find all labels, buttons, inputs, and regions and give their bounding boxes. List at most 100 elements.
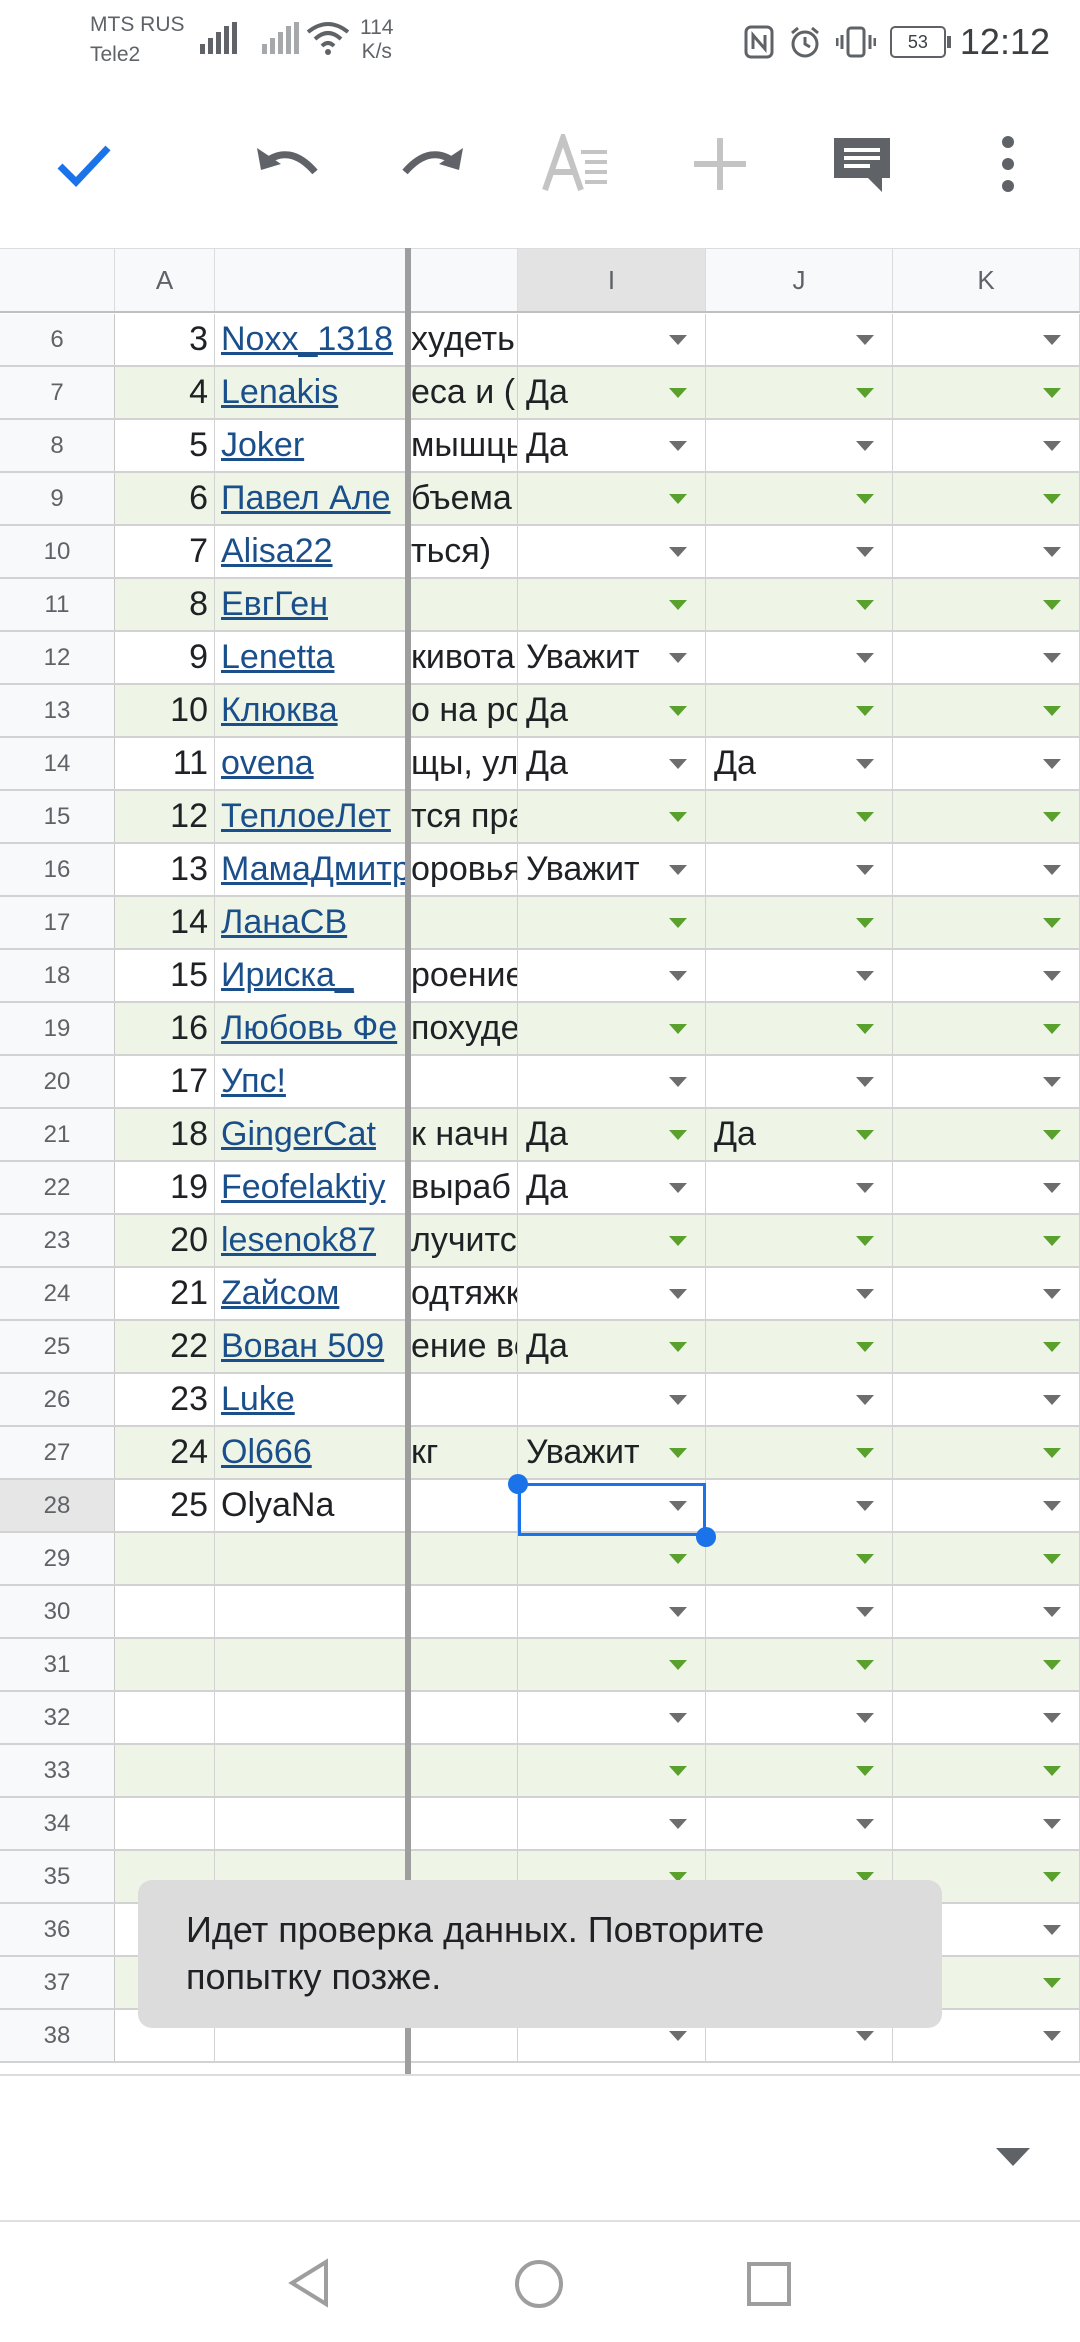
dropdown-arrow-icon[interactable] bbox=[1043, 494, 1061, 504]
dropdown-arrow-icon[interactable] bbox=[669, 1713, 687, 1723]
dropdown-arrow-icon[interactable] bbox=[856, 2031, 874, 2041]
cell-j[interactable] bbox=[706, 791, 893, 842]
nickname-link[interactable]: Luke bbox=[221, 1380, 295, 1418]
redo-button[interactable] bbox=[382, 114, 482, 214]
dropdown-arrow-icon[interactable] bbox=[1043, 1024, 1061, 1034]
cell-k[interactable] bbox=[893, 791, 1080, 842]
row-number[interactable]: 31 bbox=[0, 1639, 115, 1690]
dropdown-arrow-icon[interactable] bbox=[856, 1342, 874, 1352]
cell-k[interactable] bbox=[893, 1109, 1080, 1160]
dropdown-arrow-icon[interactable] bbox=[856, 600, 874, 610]
cell-h[interactable]: лучитс bbox=[407, 1215, 518, 1266]
dropdown-arrow-icon[interactable] bbox=[669, 865, 687, 875]
cell-i[interactable]: Да bbox=[518, 367, 706, 418]
dropdown-arrow-icon[interactable] bbox=[669, 1236, 687, 1246]
cell-b-nickname[interactable]: Joker bbox=[215, 420, 407, 471]
row-number[interactable]: 22 bbox=[0, 1162, 115, 1213]
cell-i[interactable]: Уважит bbox=[518, 844, 706, 895]
column-header-h[interactable] bbox=[407, 249, 518, 311]
dropdown-arrow-icon[interactable] bbox=[669, 441, 687, 451]
cell-i[interactable]: Да bbox=[518, 420, 706, 471]
column-header-i[interactable]: I bbox=[518, 249, 706, 311]
column-header-b[interactable] bbox=[215, 249, 407, 311]
nickname-link[interactable]: Любовь Фе bbox=[221, 1009, 397, 1047]
cell-j[interactable] bbox=[706, 1692, 893, 1743]
cell-b-nickname[interactable]: Любовь Фе bbox=[215, 1003, 407, 1054]
cell-i[interactable] bbox=[518, 314, 706, 365]
cell-j[interactable] bbox=[706, 1639, 893, 1690]
cell-b-nickname[interactable] bbox=[215, 1745, 407, 1796]
cell-k[interactable] bbox=[893, 1745, 1080, 1796]
cell-b-nickname[interactable]: Вован 509 bbox=[215, 1321, 407, 1372]
row-number[interactable]: 34 bbox=[0, 1798, 115, 1849]
cell-k[interactable] bbox=[893, 1639, 1080, 1690]
cell-k[interactable] bbox=[893, 897, 1080, 948]
cell-b-nickname[interactable]: GingerCat bbox=[215, 1109, 407, 1160]
cell-a[interactable] bbox=[115, 1745, 215, 1796]
dropdown-arrow-icon[interactable] bbox=[1043, 1978, 1061, 1988]
cell-b-nickname[interactable]: МамаДмитр bbox=[215, 844, 407, 895]
dropdown-arrow-icon[interactable] bbox=[856, 865, 874, 875]
cell-b-nickname[interactable]: Ириска_ bbox=[215, 950, 407, 1001]
dropdown-arrow-icon[interactable] bbox=[856, 388, 874, 398]
undo-button[interactable] bbox=[238, 114, 338, 214]
cell-a[interactable]: 6 bbox=[115, 473, 215, 524]
dropdown-arrow-icon[interactable] bbox=[669, 759, 687, 769]
cell-i[interactable] bbox=[518, 1374, 706, 1425]
row-number[interactable]: 9 bbox=[0, 473, 115, 524]
comment-button[interactable] bbox=[812, 114, 912, 214]
nickname-link[interactable]: ТеплоеЛет bbox=[221, 797, 391, 835]
dropdown-arrow-icon[interactable] bbox=[669, 335, 687, 345]
cell-a[interactable] bbox=[115, 1586, 215, 1637]
dropdown-arrow-icon[interactable] bbox=[1043, 1130, 1061, 1140]
cell-b-nickname[interactable]: Ol666 bbox=[215, 1427, 407, 1478]
dropdown-arrow-icon[interactable] bbox=[669, 1077, 687, 1087]
dropdown-arrow-icon[interactable] bbox=[669, 1024, 687, 1034]
row-number[interactable]: 6 bbox=[0, 314, 115, 365]
cell-k[interactable] bbox=[893, 1215, 1080, 1266]
cell-h[interactable]: кивота bbox=[407, 632, 518, 683]
cell-a[interactable]: 4 bbox=[115, 367, 215, 418]
cell-a[interactable]: 8 bbox=[115, 579, 215, 630]
dropdown-arrow-icon[interactable] bbox=[1043, 1077, 1061, 1087]
insert-button[interactable] bbox=[670, 114, 770, 214]
nickname-link[interactable]: МамаДмитр bbox=[221, 850, 406, 888]
cell-k[interactable] bbox=[893, 1692, 1080, 1743]
cell-i[interactable] bbox=[518, 526, 706, 577]
cell-a[interactable]: 3 bbox=[115, 314, 215, 365]
dropdown-arrow-icon[interactable] bbox=[856, 1713, 874, 1723]
cell-i[interactable]: Уважит bbox=[518, 632, 706, 683]
row-number[interactable]: 21 bbox=[0, 1109, 115, 1160]
more-options-button[interactable] bbox=[958, 114, 1058, 214]
text-format-button[interactable] bbox=[526, 114, 626, 214]
cell-k[interactable] bbox=[893, 367, 1080, 418]
dropdown-arrow-icon[interactable] bbox=[856, 971, 874, 981]
dropdown-arrow-icon[interactable] bbox=[669, 1554, 687, 1564]
cell-a[interactable]: 10 bbox=[115, 685, 215, 736]
cell-a[interactable]: 7 bbox=[115, 526, 215, 577]
selection-handle-end[interactable] bbox=[696, 1527, 716, 1547]
dropdown-arrow-icon[interactable] bbox=[856, 1819, 874, 1829]
row-number[interactable]: 28 bbox=[0, 1480, 115, 1531]
cell-a[interactable]: 17 bbox=[115, 1056, 215, 1107]
nickname-link[interactable]: ЛанаСВ bbox=[221, 903, 347, 941]
cell-j[interactable] bbox=[706, 1374, 893, 1425]
cell-k[interactable] bbox=[893, 1268, 1080, 1319]
cell-i[interactable]: Да bbox=[518, 738, 706, 789]
cell-h[interactable]: похуде bbox=[407, 1003, 518, 1054]
cell-k[interactable] bbox=[893, 738, 1080, 789]
row-number[interactable]: 16 bbox=[0, 844, 115, 895]
dropdown-arrow-icon[interactable] bbox=[1043, 1501, 1061, 1511]
cell-i[interactable] bbox=[518, 897, 706, 948]
cell-i[interactable] bbox=[518, 1692, 706, 1743]
cell-h[interactable] bbox=[407, 579, 518, 630]
cell-k[interactable] bbox=[893, 1003, 1080, 1054]
cell-b-nickname[interactable] bbox=[215, 1692, 407, 1743]
cell-b-nickname[interactable]: ТеплоеЛет bbox=[215, 791, 407, 842]
cell-a[interactable]: 23 bbox=[115, 1374, 215, 1425]
dropdown-arrow-icon[interactable] bbox=[1043, 1766, 1061, 1776]
cell-j[interactable] bbox=[706, 526, 893, 577]
nickname-link[interactable]: Noxx_1318 bbox=[221, 320, 393, 358]
cell-a[interactable]: 13 bbox=[115, 844, 215, 895]
dropdown-arrow-icon[interactable] bbox=[1043, 1713, 1061, 1723]
